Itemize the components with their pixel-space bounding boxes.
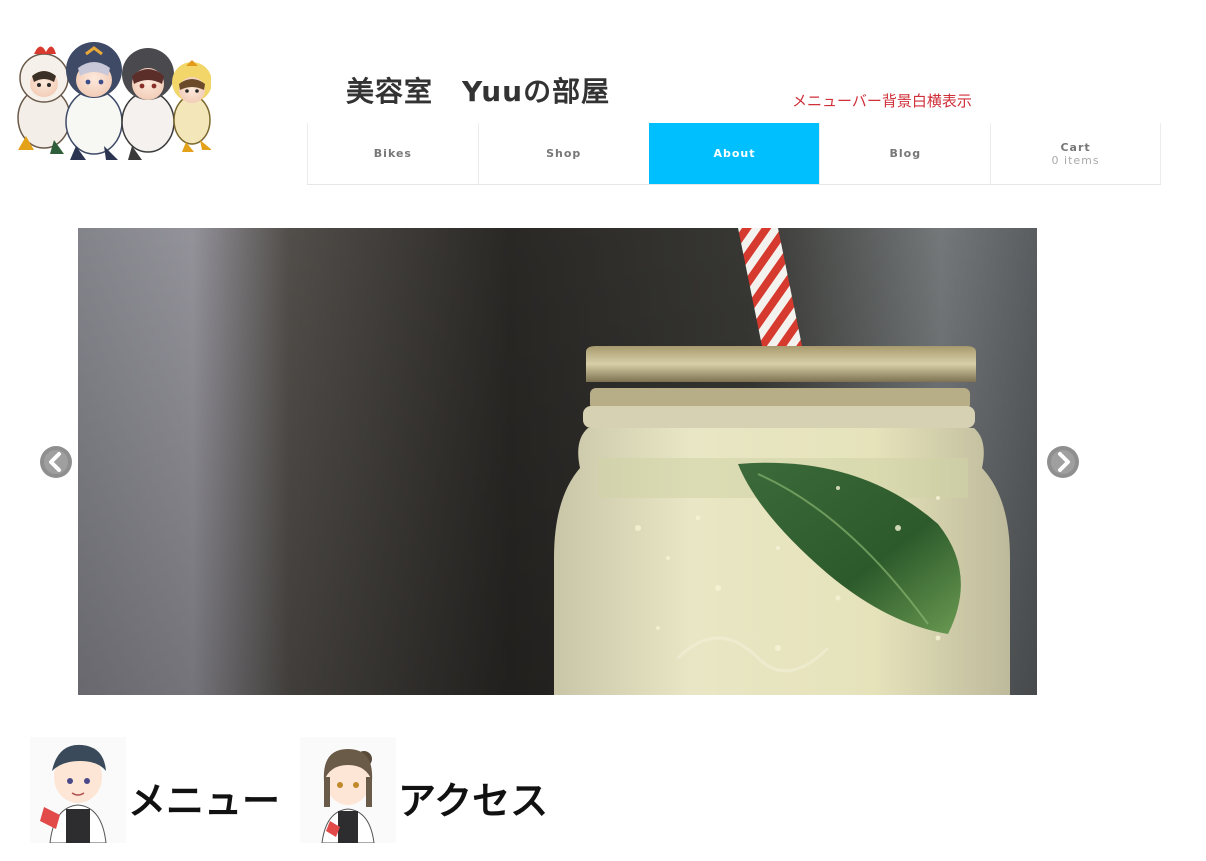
- nav-item-label: Blog: [889, 146, 922, 160]
- menu-section[interactable]: メニュー: [30, 735, 280, 845]
- chevron-right-circle-icon[interactable]: [1046, 445, 1080, 479]
- access-label: アクセス: [398, 778, 549, 823]
- nav-item-bikes[interactable]: Bikes: [307, 123, 478, 184]
- nav-item-shop[interactable]: Shop: [477, 123, 649, 184]
- main-navbar: Bikes Shop About Blog Cart 0 items: [307, 123, 1161, 185]
- nav-item-cart[interactable]: Cart 0 items: [990, 123, 1161, 184]
- access-avatar: [300, 737, 396, 843]
- menu-label: メニュー: [128, 778, 281, 823]
- header-note: メニューバー背景白横表示: [792, 92, 972, 110]
- site-logo[interactable]: [6, 18, 211, 176]
- site-title[interactable]: 美容室 Yuuの部屋: [346, 70, 610, 110]
- nav-item-label: Shop: [546, 146, 582, 160]
- nav-item-label: Bikes: [373, 146, 412, 160]
- cart-count: 0 items: [1051, 153, 1100, 167]
- hero-slider: [78, 228, 1037, 695]
- nav-item-label: Cart: [1060, 140, 1091, 154]
- nav-item-about[interactable]: About: [648, 123, 820, 184]
- nav-item-blog[interactable]: Blog: [819, 123, 990, 184]
- access-section[interactable]: アクセス: [300, 735, 548, 845]
- slide-image-lemonade-jar: [78, 228, 1037, 695]
- page: 美容室 Yuuの部屋 メニューバー背景白横表示 Bikes Shop About…: [0, 0, 1206, 861]
- nav-item-label: About: [713, 146, 756, 160]
- menu-avatar: [30, 737, 126, 843]
- chevron-left-circle-icon[interactable]: [39, 445, 73, 479]
